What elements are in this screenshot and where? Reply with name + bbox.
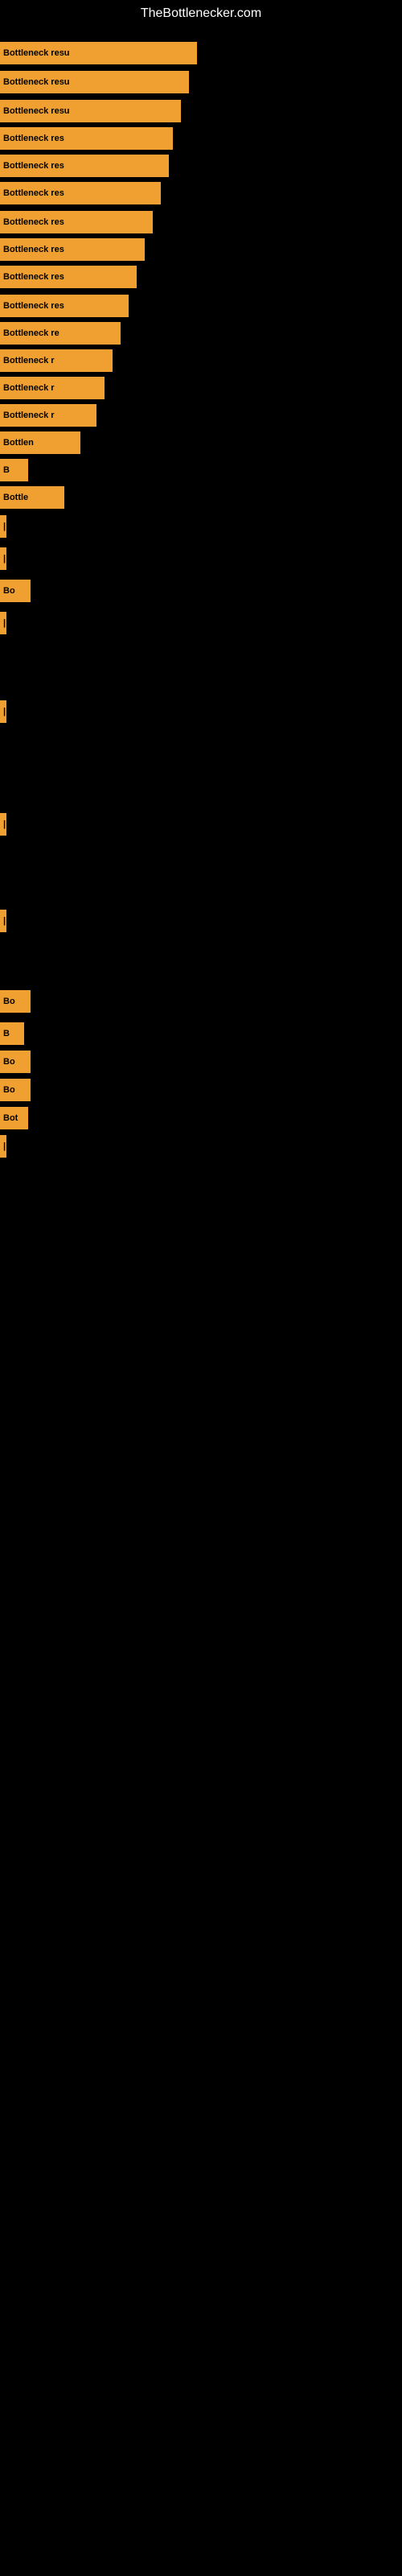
bar-item: Bottleneck r (0, 349, 113, 372)
bar-item: Bottleneck r (0, 404, 96, 427)
bar-item: Bottleneck r (0, 377, 105, 399)
bar-item: Bottle (0, 486, 64, 509)
bar-item: Bottleneck resu (0, 42, 197, 64)
bar-label: B (3, 465, 10, 475)
bar-item: | (0, 612, 6, 634)
bar-label: | (3, 522, 6, 531)
bar-label: | (3, 618, 6, 628)
bar-label: Bottle (3, 493, 28, 502)
bar-item: Bo (0, 1051, 31, 1073)
bar-label: Bottleneck res (3, 272, 64, 282)
bar-label: Bottleneck res (3, 134, 64, 143)
bar-label: Bottlen (3, 438, 34, 448)
bar-item: | (0, 515, 6, 538)
site-title: TheBottlenecker.com (0, 0, 402, 24)
bar-item: Bottleneck res (0, 211, 153, 233)
bar-label: Bottleneck res (3, 245, 64, 254)
bar-label: | (3, 916, 6, 926)
bar-item: B (0, 459, 28, 481)
bar-item: Bo (0, 990, 31, 1013)
bar-item: Bottlen (0, 431, 80, 454)
bar-label: | (3, 707, 6, 716)
bar-item: | (0, 910, 6, 932)
bar-label: | (3, 554, 6, 564)
bar-item: | (0, 700, 6, 723)
bar-item: Bottleneck res (0, 266, 137, 288)
bar-label: Bottleneck resu (3, 48, 70, 58)
bar-label: Bottleneck r (3, 383, 55, 393)
bar-label: | (3, 1141, 6, 1151)
bar-label: Bot (3, 1113, 18, 1123)
bar-item: Bottleneck res (0, 155, 169, 177)
bar-label: Bottleneck resu (3, 77, 70, 87)
bar-item: | (0, 547, 6, 570)
bar-label: Bo (3, 1085, 15, 1095)
bar-item: Bot (0, 1107, 28, 1129)
bar-item: | (0, 813, 6, 836)
bar-label: Bottleneck r (3, 411, 55, 420)
bar-label: Bottleneck res (3, 188, 64, 198)
bar-item: Bottleneck resu (0, 100, 181, 122)
bar-label: | (3, 819, 6, 829)
bar-label: B (3, 1029, 10, 1038)
bar-item: Bottleneck res (0, 127, 173, 150)
bar-label: Bo (3, 997, 15, 1006)
bar-label: Bottleneck r (3, 356, 55, 365)
bar-item: Bottleneck re (0, 322, 121, 345)
bar-item: B (0, 1022, 24, 1045)
bar-item: Bo (0, 580, 31, 602)
bar-item: | (0, 1135, 6, 1158)
bar-label: Bottleneck re (3, 328, 59, 338)
bar-label: Bottleneck res (3, 301, 64, 311)
bar-label: Bo (3, 586, 15, 596)
bar-item: Bottleneck res (0, 238, 145, 261)
bar-label: Bottleneck res (3, 161, 64, 171)
bar-item: Bottleneck res (0, 295, 129, 317)
bar-item: Bottleneck resu (0, 71, 189, 93)
bar-item: Bo (0, 1079, 31, 1101)
bar-label: Bottleneck resu (3, 106, 70, 116)
bar-label: Bo (3, 1057, 15, 1067)
bar-label: Bottleneck res (3, 217, 64, 227)
bar-item: Bottleneck res (0, 182, 161, 204)
